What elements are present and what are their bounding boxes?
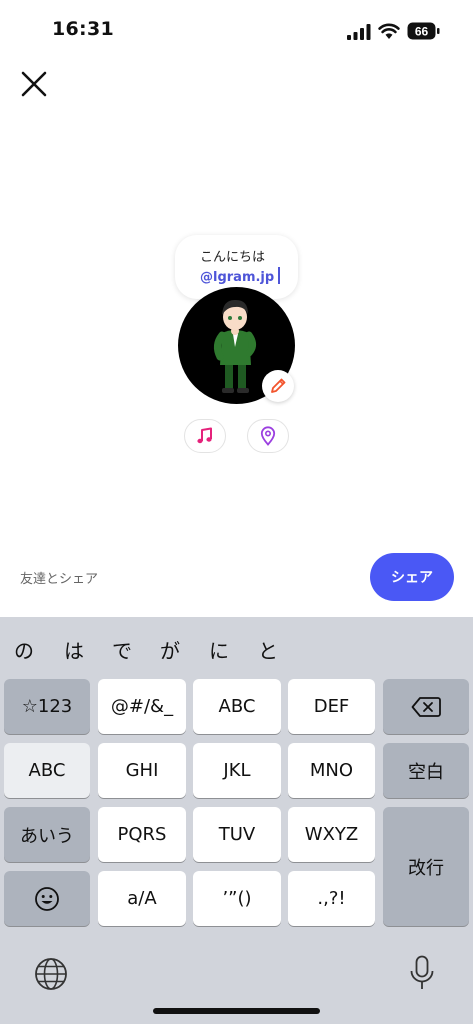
candidate-word[interactable]: と bbox=[258, 635, 278, 664]
def-key[interactable]: DEF bbox=[288, 679, 375, 734]
add-music-button[interactable] bbox=[184, 419, 226, 453]
music-note-icon bbox=[197, 427, 212, 444]
pencil-icon bbox=[271, 378, 286, 393]
battery-indicator: 66 bbox=[407, 22, 440, 40]
wxyz-key[interactable]: WXYZ bbox=[288, 807, 375, 862]
backspace-key[interactable] bbox=[383, 679, 469, 734]
case-toggle-key[interactable]: a/A bbox=[98, 871, 186, 926]
status-bar: 16:31 66 bbox=[0, 0, 473, 60]
backspace-icon bbox=[411, 696, 441, 717]
quotes-key[interactable]: ’”() bbox=[193, 871, 281, 926]
mno-key[interactable]: MNO bbox=[288, 743, 375, 798]
wifi-icon bbox=[378, 23, 400, 39]
symbols-key[interactable]: @#/&_ bbox=[98, 679, 186, 734]
keyboard: の は で が に と ☆123 @#/&_ ABC DEF ABC GHI J… bbox=[0, 617, 473, 1024]
abc-key[interactable]: ABC bbox=[193, 679, 281, 734]
note-mention-line: @lgram.jp bbox=[200, 266, 298, 287]
abc-mode-key[interactable]: ABC bbox=[4, 743, 90, 798]
pqrs-key[interactable]: PQRS bbox=[98, 807, 186, 862]
return-key[interactable]: 改行 bbox=[383, 807, 469, 926]
punctuation-key[interactable]: .,?! bbox=[288, 871, 375, 926]
note-mention: @lgram.jp bbox=[200, 270, 275, 285]
cellular-signal-icon bbox=[347, 24, 371, 40]
text-caret bbox=[278, 267, 281, 284]
candidate-word[interactable]: に bbox=[209, 635, 229, 664]
space-key[interactable]: 空白 bbox=[383, 743, 469, 798]
jkl-key[interactable]: JKL bbox=[193, 743, 281, 798]
candidate-word[interactable]: は bbox=[64, 635, 84, 664]
globe-icon[interactable] bbox=[34, 957, 68, 991]
note-greeting: こんにちは bbox=[200, 250, 266, 265]
location-pin-icon bbox=[260, 426, 276, 446]
candidate-word[interactable]: が bbox=[160, 635, 180, 664]
add-location-button[interactable] bbox=[247, 419, 289, 453]
share-button[interactable]: シェア bbox=[370, 553, 454, 601]
edit-avatar-button[interactable] bbox=[262, 370, 294, 402]
microphone-icon[interactable] bbox=[409, 955, 435, 991]
candidate-word[interactable]: で bbox=[112, 635, 132, 664]
kana-mode-key[interactable]: あいう bbox=[4, 807, 90, 862]
ghi-key[interactable]: GHI bbox=[98, 743, 186, 798]
home-indicator bbox=[153, 1008, 320, 1014]
candidate-word[interactable]: の bbox=[14, 635, 34, 664]
battery-icon: 66 bbox=[407, 22, 440, 40]
emoji-icon bbox=[35, 886, 59, 911]
battery-level: 66 bbox=[415, 25, 429, 39]
share-with-friends-label: 友達とシェア bbox=[20, 572, 99, 587]
tuv-key[interactable]: TUV bbox=[193, 807, 281, 862]
status-time: 16:31 bbox=[52, 18, 114, 40]
emoji-key[interactable] bbox=[4, 871, 90, 926]
numbers-key[interactable]: ☆123 bbox=[4, 679, 90, 734]
close-icon[interactable] bbox=[20, 70, 48, 98]
